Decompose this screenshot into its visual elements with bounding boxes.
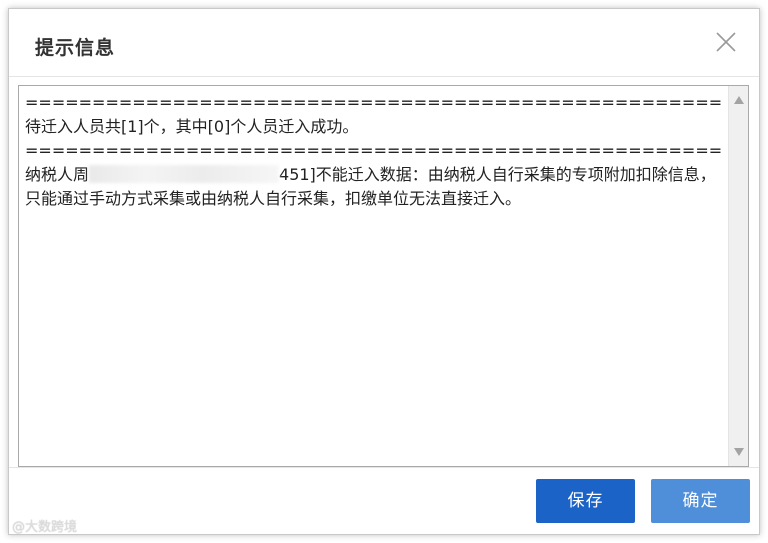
- prompt-dialog: 提示信息 ===================================…: [8, 8, 760, 535]
- detail-prefix: 纳税人周: [25, 165, 90, 184]
- dialog-header: 提示信息: [9, 9, 759, 77]
- dialog-title: 提示信息: [35, 37, 116, 59]
- close-button[interactable]: [713, 29, 739, 55]
- separator-line: ========================================…: [25, 93, 723, 112]
- scroll-down-arrow-icon[interactable]: [734, 448, 744, 456]
- message-content: ========================================…: [25, 91, 723, 211]
- separator-line: ========================================…: [25, 141, 723, 160]
- close-icon: [716, 32, 736, 52]
- vertical-scrollbar[interactable]: [728, 86, 748, 466]
- redacted-mask: [89, 165, 280, 183]
- summary-line: 待迁入人员共[1]个，其中[0]个人员迁入成功。: [25, 117, 359, 136]
- detail-paragraph: 纳税人周 451]不能迁入数据：由纳税人自行采集的专项附加扣除信息，只能通过手动方…: [25, 163, 723, 211]
- save-button[interactable]: 保存: [536, 479, 635, 523]
- footer-divider: [9, 467, 759, 468]
- scroll-up-arrow-icon[interactable]: [734, 96, 744, 104]
- ok-button[interactable]: 确定: [651, 479, 750, 523]
- watermark-text: @大数跨境: [12, 520, 78, 535]
- message-textarea[interactable]: ========================================…: [18, 85, 749, 467]
